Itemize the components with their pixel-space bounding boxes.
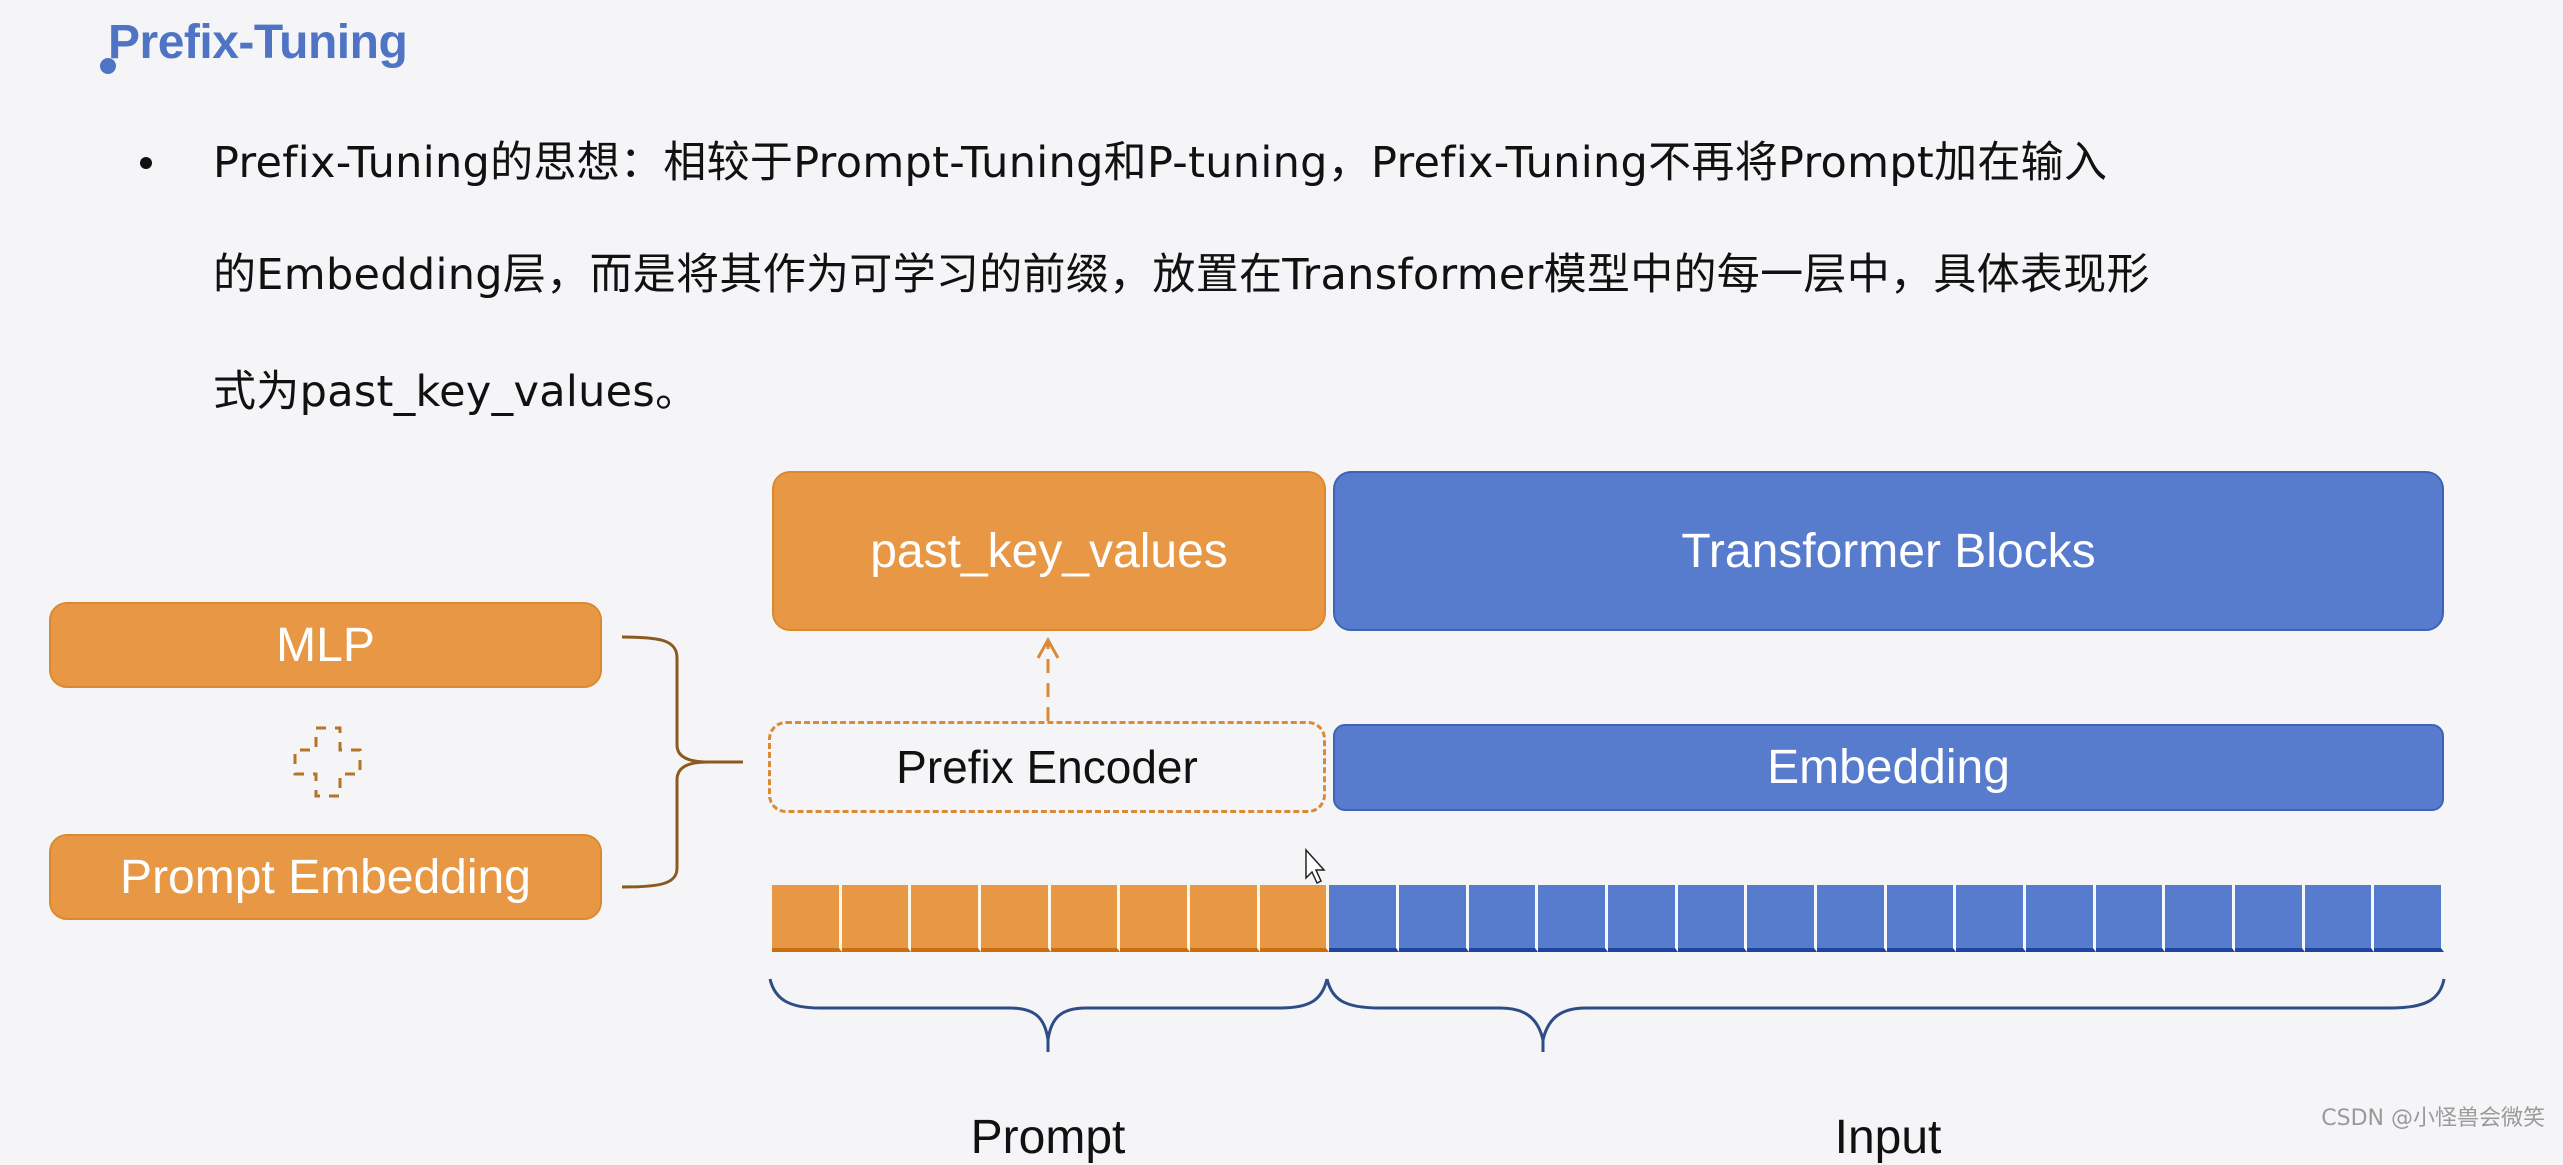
prompt-token	[981, 885, 1051, 952]
input-token	[1608, 885, 1678, 952]
prompt-token	[911, 885, 981, 952]
paragraph-line-2: 的Embedding层，而是将其作为可学习的前缀，放置在Transformer模…	[213, 250, 2150, 300]
arrow-up-icon	[1036, 636, 1060, 721]
prompt-token	[1190, 885, 1260, 952]
paragraph-line-3: 式为past_key_values。	[213, 367, 699, 417]
input-token	[1538, 885, 1608, 952]
transformer-blocks-box: Transformer Blocks	[1333, 471, 2444, 631]
prompt-token	[841, 885, 912, 952]
plus-icon	[293, 726, 362, 798]
past-key-values-label: past_key_values	[870, 524, 1228, 578]
prefix-encoder-box: Prefix Encoder	[768, 721, 1326, 813]
prompt-embedding-box: Prompt Embedding	[49, 834, 602, 920]
paragraph-bullet	[140, 157, 152, 169]
input-token	[1329, 885, 1399, 952]
mlp-label: MLP	[276, 618, 375, 672]
prompt-label: Prompt	[970, 1111, 1126, 1164]
left-brace	[621, 635, 743, 889]
embedding-box: Embedding	[1333, 724, 2444, 811]
embedding-label: Embedding	[1767, 741, 2010, 794]
prefix-encoder-label: Prefix Encoder	[896, 741, 1198, 793]
prompt-brace	[768, 978, 1329, 1041]
input-token	[1747, 885, 1817, 952]
prompt-token	[1259, 885, 1330, 952]
section-title: Prefix-Tuning	[108, 16, 408, 69]
mouse-cursor-icon	[1305, 848, 1326, 885]
input-token	[1399, 885, 1469, 952]
input-token	[2235, 885, 2305, 952]
input-label: Input	[1834, 1111, 1942, 1164]
prompt-token	[1120, 885, 1190, 952]
watermark: CSDN @小怪兽会微笑	[2321, 1106, 2545, 1131]
input-token	[2026, 885, 2096, 952]
input-token	[1468, 885, 1539, 952]
input-token	[2304, 885, 2375, 952]
mlp-box: MLP	[49, 602, 602, 688]
input-token	[1817, 885, 1887, 952]
input-token	[1956, 885, 2026, 952]
transformer-blocks-label: Transformer Blocks	[1681, 524, 2096, 578]
input-token	[2165, 885, 2235, 952]
input-token	[2374, 885, 2444, 952]
input-token	[1886, 885, 1957, 952]
prompt-token	[1050, 885, 1121, 952]
input-token	[1677, 885, 1748, 952]
input-token	[2095, 885, 2166, 952]
paragraph-line-1: Prefix-Tuning的思想：相较于Prompt-Tuning和P-tuni…	[213, 138, 2108, 188]
prompt-token	[772, 885, 842, 952]
past-key-values-box: past_key_values	[772, 471, 1326, 631]
prompt-embedding-label: Prompt Embedding	[120, 850, 531, 904]
input-brace	[1325, 978, 2446, 1041]
